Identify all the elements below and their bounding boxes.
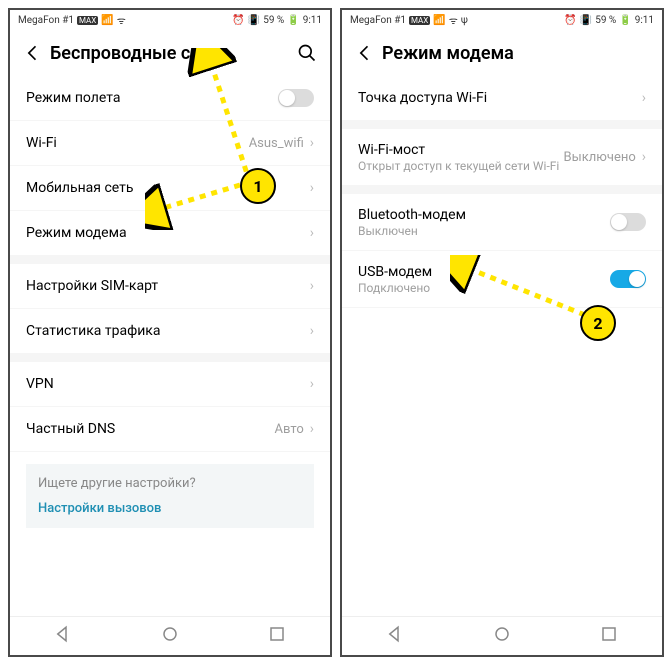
section-divider — [10, 256, 330, 264]
battery-icon: 🔋 — [287, 15, 299, 26]
nav-back-icon[interactable] — [54, 625, 72, 647]
back-arrow-icon — [23, 43, 43, 63]
row-traffic-stats[interactable]: Статистика трафика › — [10, 309, 330, 354]
signal-icon: 📶 — [433, 15, 445, 26]
row-airplane-mode[interactable]: Режим полета — [10, 76, 330, 121]
annotation-bubble-2: 2 — [580, 305, 616, 341]
nav-recent-icon[interactable] — [600, 625, 618, 647]
chevron-right-icon: › — [642, 149, 646, 165]
signal-icon: 📶 — [101, 15, 113, 26]
chevron-right-icon: › — [310, 278, 314, 294]
hint-question: Ищете другие настройки? — [38, 476, 302, 491]
search-icon — [297, 43, 317, 63]
alarm-icon: ⏰ — [564, 15, 576, 26]
row-wifi[interactable]: Wi-Fi Asus_wifi › — [10, 121, 330, 166]
hint-link-call-settings[interactable]: Настройки вызовов — [38, 501, 302, 516]
row-label: Wi-Fi-мост — [358, 142, 564, 158]
status-bar: MegaFon #1 MAX 📶 ᯤ ⏰ 📳 59 % 🔋 9:11 — [10, 10, 330, 30]
chevron-right-icon: › — [310, 225, 314, 241]
row-sublabel: Открыт доступ к текущей сети Wi-Fi — [358, 159, 564, 173]
row-label: Настройки SIM-карт — [26, 278, 310, 294]
back-arrow-icon — [355, 43, 375, 63]
usb-toggle[interactable] — [610, 270, 646, 288]
chevron-right-icon: › — [310, 376, 314, 392]
clock-text: 9:11 — [303, 15, 322, 26]
chevron-right-icon: › — [310, 135, 314, 151]
row-sublabel: Выключен — [358, 224, 610, 238]
section-divider — [342, 186, 662, 194]
nav-home-icon[interactable] — [493, 625, 511, 647]
wifi-icon: ᯤ — [117, 13, 126, 27]
annotation-bubble-1: 1 — [240, 168, 276, 204]
chevron-right-icon: › — [310, 323, 314, 339]
nav-back-icon[interactable] — [386, 625, 404, 647]
bluetooth-toggle[interactable] — [610, 213, 646, 231]
row-tethering[interactable]: Режим модема › — [10, 211, 330, 256]
settings-list: Точка доступа Wi-Fi › Wi-Fi-мост Открыт … — [342, 76, 662, 616]
row-label: Статистика трафика — [26, 323, 310, 339]
battery-text: 59 % — [595, 15, 616, 26]
usb-icon: ψ — [461, 15, 468, 26]
back-button[interactable] — [16, 36, 50, 70]
battery-icon: 🔋 — [619, 15, 631, 26]
status-bar: MegaFon #1 MAX 📶 ᯤ ψ ⏰ 📳 59 % 🔋 9:11 — [342, 10, 662, 30]
section-divider — [10, 354, 330, 362]
row-label: Точка доступа Wi-Fi — [358, 90, 642, 106]
hint-box: Ищете другие настройки? Настройки вызово… — [26, 464, 314, 528]
chevron-right-icon: › — [642, 90, 646, 106]
nav-home-icon[interactable] — [161, 625, 179, 647]
row-sublabel: Подключено — [358, 281, 610, 295]
nav-bar — [342, 616, 662, 655]
carrier-badge: MAX — [77, 16, 98, 25]
page-title: Беспроводные сети — [50, 43, 290, 64]
nav-recent-icon[interactable] — [268, 625, 286, 647]
row-label: Bluetooth-модем — [358, 207, 610, 223]
row-sim-settings[interactable]: Настройки SIM-карт › — [10, 264, 330, 309]
airplane-toggle[interactable] — [278, 89, 314, 107]
row-label: Режим полета — [26, 90, 278, 106]
section-divider — [342, 121, 662, 129]
wifi-value: Asus_wifi — [249, 136, 304, 151]
row-label: Частный DNS — [26, 421, 275, 437]
row-label: Режим модема — [26, 225, 310, 241]
battery-text: 59 % — [263, 15, 284, 26]
row-private-dns[interactable]: Частный DNS Авто › — [10, 407, 330, 452]
row-mobile-network[interactable]: Мобильная сеть › — [10, 166, 330, 211]
header: Беспроводные сети — [10, 30, 330, 76]
vibrate-icon: 📳 — [248, 15, 260, 26]
row-label: USB-модем — [358, 264, 610, 280]
row-label: VPN — [26, 376, 310, 392]
settings-list: Режим полета Wi-Fi Asus_wifi › Мобильная… — [10, 76, 330, 616]
vibrate-icon: 📳 — [580, 15, 592, 26]
row-wifi-bridge[interactable]: Wi-Fi-мост Открыт доступ к текущей сети … — [342, 129, 662, 186]
alarm-icon: ⏰ — [232, 15, 244, 26]
phone-left: MegaFon #1 MAX 📶 ᯤ ⏰ 📳 59 % 🔋 9:11 Беспр… — [8, 8, 332, 657]
page-title: Режим модема — [382, 43, 656, 64]
carrier-label: MegaFon #1 — [350, 15, 406, 26]
carrier-badge: MAX — [409, 16, 430, 25]
phone-right: MegaFon #1 MAX 📶 ᯤ ψ ⏰ 📳 59 % 🔋 9:11 Реж… — [340, 8, 664, 657]
wifi-icon: ᯤ — [449, 13, 458, 27]
row-wifi-hotspot[interactable]: Точка доступа Wi-Fi › — [342, 76, 662, 121]
chevron-right-icon: › — [310, 180, 314, 196]
header: Режим модема — [342, 30, 662, 76]
row-label: Wi-Fi — [26, 135, 249, 151]
nav-bar — [10, 616, 330, 655]
carrier-label: MegaFon #1 — [18, 15, 74, 26]
clock-text: 9:11 — [635, 15, 654, 26]
row-usb-modem[interactable]: USB-модем Подключено — [342, 251, 662, 308]
row-vpn[interactable]: VPN › — [10, 362, 330, 407]
back-button[interactable] — [348, 36, 382, 70]
search-button[interactable] — [290, 36, 324, 70]
row-bluetooth-modem[interactable]: Bluetooth-модем Выключен — [342, 194, 662, 251]
dns-value: Авто — [275, 422, 304, 437]
chevron-right-icon: › — [310, 421, 314, 437]
bridge-value: Выключено — [564, 150, 636, 165]
